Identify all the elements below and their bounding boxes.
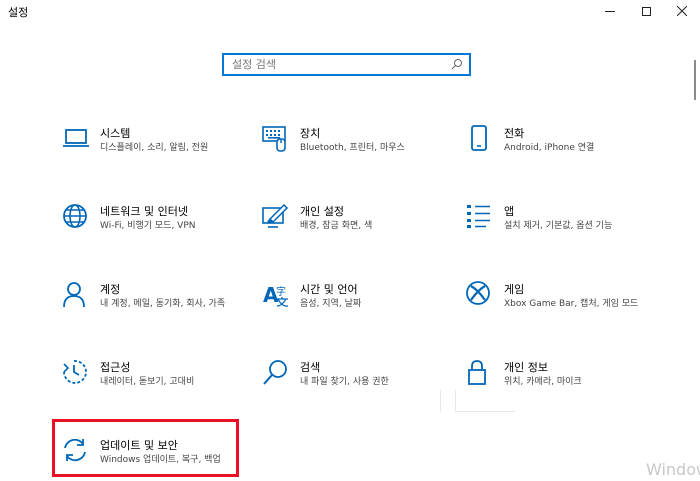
tile-title: 검색 — [300, 361, 321, 374]
tile-search[interactable]: 검색 내 파일 찾기, 사용 권한 — [262, 359, 452, 419]
tile-title: 접근성 — [100, 361, 131, 374]
tile-title: 앱 — [504, 205, 515, 218]
tile-network[interactable]: 네트워크 및 인터넷 Wi-Fi, 비행기 모드, VPN — [62, 203, 252, 263]
tile-gaming[interactable]: 게임 Xbox Game Bar, 캡처, 게임 모드 — [466, 281, 656, 341]
tile-subtitle: 내레이터, 돋보기, 고대비 — [100, 377, 195, 387]
tile-accounts[interactable]: 계정 내 계정, 메일, 동기화, 회사, 가족 — [62, 281, 252, 341]
tile-title: 개인 설정 — [300, 205, 344, 218]
tile-subtitle: 배경, 잠금 화면, 색 — [300, 221, 373, 231]
activation-watermark: Window — [646, 460, 700, 479]
search-box[interactable] — [222, 53, 471, 76]
tile-subtitle: Android, iPhone 연결 — [504, 143, 595, 153]
tile-phone[interactable]: 전화 Android, iPhone 연결 — [466, 125, 656, 185]
phone-icon — [466, 125, 494, 153]
tile-subtitle: 내 계정, 메일, 동기화, 회사, 가족 — [100, 299, 226, 309]
tile-subtitle: Wi-Fi, 비행기 모드, VPN — [100, 221, 196, 231]
tile-subtitle: Bluetooth, 프린터, 마우스 — [300, 143, 405, 153]
tile-subtitle: 설치 제거, 기본값, 옵션 기능 — [504, 221, 613, 231]
svg-text:字: 字 — [276, 285, 286, 298]
divider — [455, 411, 515, 412]
tile-title: 계정 — [100, 283, 121, 296]
language-icon: A字 — [262, 281, 290, 309]
tile-title: 시간 및 언어 — [300, 283, 358, 296]
keyboard-icon — [262, 125, 290, 153]
maximize-button[interactable] — [628, 0, 664, 22]
highlight-box — [52, 419, 239, 477]
close-button[interactable] — [664, 0, 700, 22]
person-icon — [62, 281, 90, 309]
minimize-button[interactable] — [592, 0, 628, 22]
apps-list-icon — [466, 203, 494, 231]
tile-ease-of-access[interactable]: 접근성 내레이터, 돋보기, 고대비 — [62, 359, 252, 419]
tile-title: 장치 — [300, 127, 321, 140]
tile-title: 개인 정보 — [504, 361, 548, 374]
tile-title: 시스템 — [100, 127, 131, 140]
divider — [455, 390, 456, 412]
search-magnifier-icon[interactable] — [451, 58, 463, 70]
search-input[interactable] — [224, 58, 444, 71]
window-title: 설정 — [8, 6, 29, 19]
xbox-icon — [466, 281, 494, 309]
close-icon — [677, 6, 687, 16]
tile-personalization[interactable]: 개인 설정 배경, 잠금 화면, 색 — [262, 203, 452, 263]
search-icon — [262, 359, 290, 387]
globe-icon — [62, 203, 90, 231]
scrollbar[interactable] — [694, 60, 696, 100]
tile-title: 네트워크 및 인터넷 — [100, 205, 188, 218]
tile-time-language[interactable]: A字 시간 및 언어 음성, 지역, 날짜 — [262, 281, 452, 341]
tile-title: 게임 — [504, 283, 525, 296]
tile-devices[interactable]: 장치 Bluetooth, 프린터, 마우스 — [262, 125, 452, 185]
tile-privacy[interactable]: 개인 정보 위치, 카메라, 마이크 — [466, 359, 656, 419]
tile-system[interactable]: 시스템 디스플레이, 소리, 알림, 전원 — [62, 125, 252, 185]
title-bar: 설정 — [0, 0, 700, 22]
tile-subtitle: Xbox Game Bar, 캡처, 게임 모드 — [504, 299, 639, 309]
tile-title: 전화 — [504, 127, 525, 140]
minimize-icon — [605, 10, 615, 12]
tile-apps[interactable]: 앱 설치 제거, 기본값, 옵션 기능 — [466, 203, 656, 263]
laptop-icon — [62, 125, 90, 153]
tile-subtitle: 내 파일 찾기, 사용 권한 — [300, 377, 389, 387]
tile-subtitle: 위치, 카메라, 마이크 — [504, 377, 582, 387]
lock-icon — [466, 359, 494, 387]
tile-subtitle: 디스플레이, 소리, 알림, 전원 — [100, 143, 209, 153]
tile-subtitle: 음성, 지역, 날짜 — [300, 299, 362, 309]
maximize-icon — [641, 6, 651, 16]
ease-of-access-icon — [62, 359, 90, 387]
divider — [440, 390, 441, 412]
paint-icon — [262, 203, 290, 231]
